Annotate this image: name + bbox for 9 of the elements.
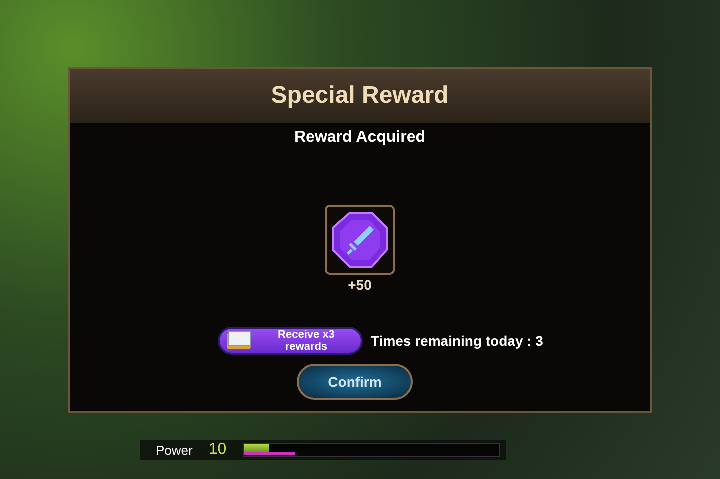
dialog-subtitle: Reward Acquired bbox=[294, 129, 426, 147]
power-value: 10 bbox=[208, 441, 227, 459]
ticket-icon bbox=[226, 331, 254, 351]
times-remaining-text: Times remaining today : 3 bbox=[371, 333, 544, 349]
confirm-button[interactable]: Confirm bbox=[297, 364, 413, 400]
receive-rewards-button[interactable]: Receive x3 rewards bbox=[218, 327, 363, 355]
reward-amount: +50 bbox=[348, 277, 372, 293]
dialog-title: Special Reward bbox=[70, 69, 650, 123]
power-label: Power bbox=[156, 442, 193, 458]
